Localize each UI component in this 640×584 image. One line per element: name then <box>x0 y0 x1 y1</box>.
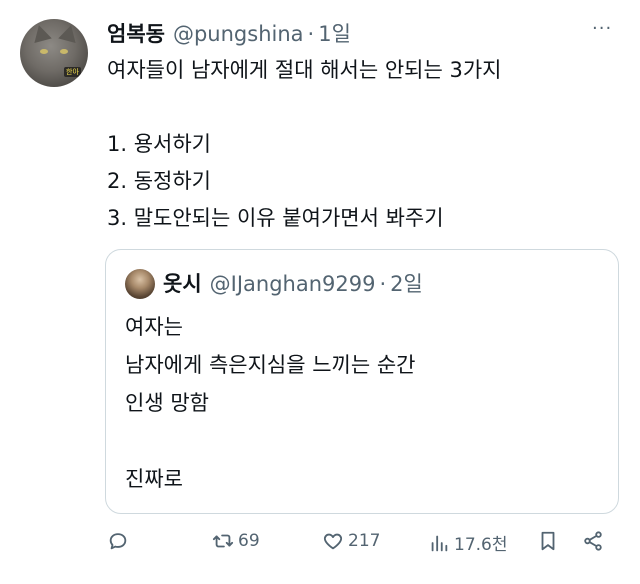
bookmark-button[interactable] <box>537 530 559 552</box>
author-handle[interactable]: @pungshina <box>173 22 304 46</box>
retweet-button[interactable]: 69 <box>212 530 260 552</box>
tweet-line: 1. 용서하기 <box>107 132 211 156</box>
author-avatar[interactable]: 한아 <box>20 19 88 87</box>
quoted-time: 2일 <box>390 272 423 296</box>
quoted-author-handle: @IJanghan9299 <box>209 272 376 296</box>
quoted-line: 인생 망함 <box>125 391 209 415</box>
cat-eye-left <box>40 49 48 54</box>
header-separator: · <box>307 22 315 46</box>
tweet-time[interactable]: 1일 <box>318 18 351 48</box>
quoted-author-avatar <box>125 269 155 299</box>
bookmark-icon <box>541 531 555 551</box>
author-name[interactable]: 엄복동 <box>107 18 165 48</box>
tweet-header: 엄복동 @pungshina · 1일 <box>107 18 351 48</box>
quoted-tweet[interactable]: 옷시 @IJanghan9299 · 2일 여자는 남자에게 측은지심을 느끼는… <box>105 249 619 514</box>
reply-button[interactable] <box>107 530 133 552</box>
share-icon <box>584 531 602 551</box>
cat-eye-right <box>60 49 68 54</box>
tweet-text: 여자들이 남자에게 절대 해서는 안되는 3가지 1. 용서하기 2. 동정하기… <box>107 52 502 237</box>
quoted-author-name: 옷시 <box>163 272 202 296</box>
tweet-line: 여자들이 남자에게 절대 해서는 안되는 3가지 <box>107 58 502 82</box>
quoted-text: 여자는 남자에게 측은지심을 느끼는 순간 인생 망함 진짜로 <box>125 308 416 498</box>
quoted-line: 여자는 <box>125 315 183 339</box>
views-button[interactable]: 17.6천 <box>428 530 508 555</box>
views-icon <box>431 535 448 551</box>
tweet-line <box>107 89 502 126</box>
tweet-line: 2. 동정하기 <box>107 169 211 193</box>
views-count: 17.6천 <box>454 535 508 555</box>
retweet-count: 69 <box>238 531 260 551</box>
quoted-line: 진짜로 <box>125 467 183 491</box>
retweet-icon <box>212 534 234 548</box>
action-bar: 69 217 17.6천 <box>0 530 640 564</box>
cat-ear-left <box>30 22 52 44</box>
quoted-header-separator: · <box>379 272 387 296</box>
quoted-line <box>125 422 416 460</box>
quoted-line: 남자에게 측은지심을 느끼는 순간 <box>125 353 416 377</box>
reply-icon <box>109 533 127 550</box>
more-options-icon[interactable]: ··· <box>592 18 612 39</box>
heart-icon <box>323 533 343 550</box>
quoted-header: 옷시 @IJanghan9299 · 2일 <box>163 268 423 298</box>
avatar-tag: 한아 <box>64 67 81 77</box>
like-count: 217 <box>348 531 381 551</box>
like-button[interactable]: 217 <box>322 530 380 552</box>
share-button[interactable] <box>582 530 604 552</box>
cat-ear-right <box>58 22 80 44</box>
tweet-line: 3. 말도안되는 이유 붙여가면서 봐주기 <box>107 206 444 230</box>
